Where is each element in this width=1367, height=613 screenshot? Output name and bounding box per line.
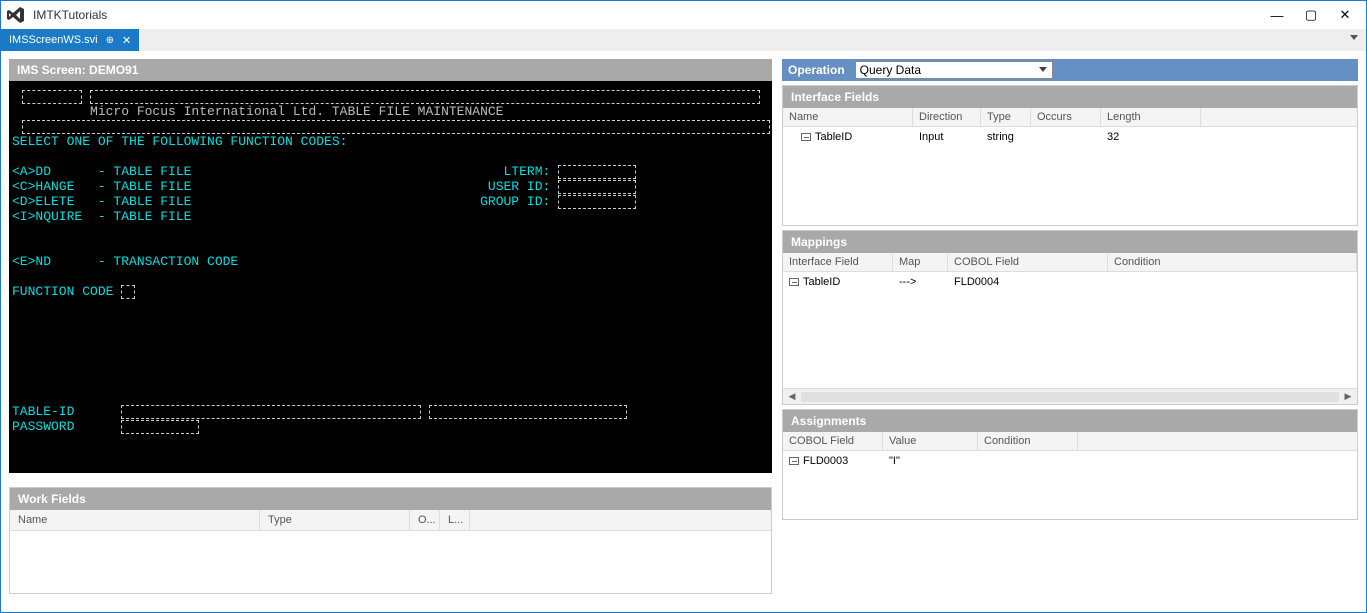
minimize-button[interactable]: —: [1260, 3, 1294, 27]
work-fields-columns: Name Type O... L...: [10, 510, 771, 531]
cell-length: 32: [1101, 129, 1201, 145]
assignments-panel: Assignments COBOL Field Value Condition …: [782, 409, 1358, 520]
cell-value: "I": [883, 453, 978, 469]
col-cobol[interactable]: COBOL Field: [948, 253, 1108, 271]
cell-direction: Input: [913, 129, 981, 145]
rt-user: USER ID:: [488, 179, 550, 194]
cell-condition: [1108, 274, 1357, 290]
close-icon[interactable]: ✕: [122, 34, 131, 47]
col-name[interactable]: Name: [783, 108, 913, 126]
tab-imsscreenws[interactable]: IMSScreenWS.svi ⊕ ✕: [1, 29, 139, 51]
right-column: Operation Query Data Interface Fields Na…: [782, 59, 1358, 604]
operation-select[interactable]: Query Data: [855, 61, 1053, 79]
interface-fields-panel: Interface Fields Name Direction Type Occ…: [782, 85, 1358, 226]
cell-cobol: FLD0004: [948, 274, 1108, 290]
col-l[interactable]: L...: [440, 510, 470, 530]
work-fields-header: Work Fields: [10, 488, 771, 510]
col-o[interactable]: O...: [410, 510, 440, 530]
lbl-funccode: FUNCTION CODE: [12, 284, 113, 299]
scroll-track[interactable]: [801, 392, 1339, 402]
left-column: IMS Screen: DEMO91 Micro Focus Internati…: [9, 59, 772, 604]
interface-fields-header: Interface Fields: [783, 86, 1357, 108]
assignments-grid[interactable]: COBOL Field Value Condition FLD0003 "I": [783, 432, 1357, 519]
col-type[interactable]: Type: [981, 108, 1031, 126]
work-fields-body[interactable]: [10, 531, 771, 593]
table-row[interactable]: TableID ---> FLD0004: [783, 272, 1357, 292]
visual-studio-icon: [5, 6, 27, 24]
fn-inquire: <I>NQUIRE - TABLE FILE: [12, 209, 191, 224]
col-length[interactable]: Length: [1101, 108, 1201, 126]
cell-map: --->: [893, 274, 948, 290]
fn-change: <C>HANGE - TABLE FILE: [12, 179, 191, 194]
mappings-header: Mappings: [783, 231, 1357, 253]
collapse-icon[interactable]: [789, 457, 799, 465]
operation-value: Query Data: [860, 63, 921, 77]
pin-icon[interactable]: ⊕: [106, 35, 114, 46]
table-row[interactable]: FLD0003 "I": [783, 451, 1357, 471]
tab-label: IMSScreenWS.svi: [9, 34, 98, 46]
cell-type: string: [981, 129, 1031, 145]
title-bar: IMTKTutorials — ▢ ✕: [1, 1, 1366, 29]
close-button[interactable]: ✕: [1328, 3, 1362, 27]
cell-occurs: [1031, 129, 1101, 145]
main-area: IMS Screen: DEMO91 Micro Focus Internati…: [1, 51, 1366, 612]
col-cobol[interactable]: COBOL Field: [783, 432, 883, 450]
select-line: SELECT ONE OF THE FOLLOWING FUNCTION COD…: [12, 134, 347, 149]
terminal-screen[interactable]: Micro Focus International Ltd. TABLE FIL…: [9, 81, 772, 473]
col-map[interactable]: Map: [893, 253, 948, 271]
col-value[interactable]: Value: [883, 432, 978, 450]
collapse-icon[interactable]: [789, 278, 799, 286]
col-condition[interactable]: Condition: [1108, 253, 1357, 271]
col-type[interactable]: Type: [260, 510, 410, 530]
mappings-panel: Mappings Interface Field Map COBOL Field…: [782, 230, 1358, 405]
rt-lterm: LTERM:: [504, 164, 551, 179]
collapse-icon[interactable]: [801, 133, 811, 141]
banner-line: Micro Focus International Ltd. TABLE FIL…: [90, 104, 503, 119]
work-fields-panel: Work Fields Name Type O... L...: [9, 487, 772, 594]
assignments-header: Assignments: [783, 410, 1357, 432]
fn-delete: <D>ELETE - TABLE FILE: [12, 194, 191, 209]
col-condition[interactable]: Condition: [978, 432, 1078, 450]
window-controls: — ▢ ✕: [1260, 3, 1362, 27]
lbl-tableid: TABLE-ID: [12, 404, 74, 419]
operation-bar: Operation Query Data: [782, 59, 1358, 81]
rt-group: GROUP ID:: [480, 194, 550, 209]
col-direction[interactable]: Direction: [913, 108, 981, 126]
operation-label: Operation: [788, 63, 845, 77]
col-ifield[interactable]: Interface Field: [783, 253, 893, 271]
scroll-left-icon[interactable]: ◀: [785, 391, 799, 403]
cell-cobol: FLD0003: [803, 455, 848, 467]
table-row[interactable]: TableID Input string 32: [783, 127, 1357, 147]
ims-screen-header: IMS Screen: DEMO91: [9, 59, 772, 81]
cell-condition: [978, 453, 1078, 469]
cell-name: TableID: [815, 131, 852, 143]
tab-strip: IMSScreenWS.svi ⊕ ✕: [1, 29, 1366, 51]
col-occurs[interactable]: Occurs: [1031, 108, 1101, 126]
fn-add: <A>DD - TABLE FILE: [12, 164, 191, 179]
col-name[interactable]: Name: [10, 510, 260, 530]
interface-fields-grid[interactable]: Name Direction Type Occurs Length TableI…: [783, 108, 1357, 225]
lbl-password: PASSWORD: [12, 419, 74, 434]
fn-end: <E>ND - TRANSACTION CODE: [12, 254, 238, 269]
window-title: IMTKTutorials: [33, 8, 1260, 22]
mappings-grid[interactable]: Interface Field Map COBOL Field Conditio…: [783, 253, 1357, 404]
horizontal-scrollbar[interactable]: ◀ ▶: [783, 388, 1357, 404]
scroll-right-icon[interactable]: ▶: [1341, 391, 1355, 403]
maximize-button[interactable]: ▢: [1294, 3, 1328, 27]
cell-ifield: TableID: [803, 276, 840, 288]
